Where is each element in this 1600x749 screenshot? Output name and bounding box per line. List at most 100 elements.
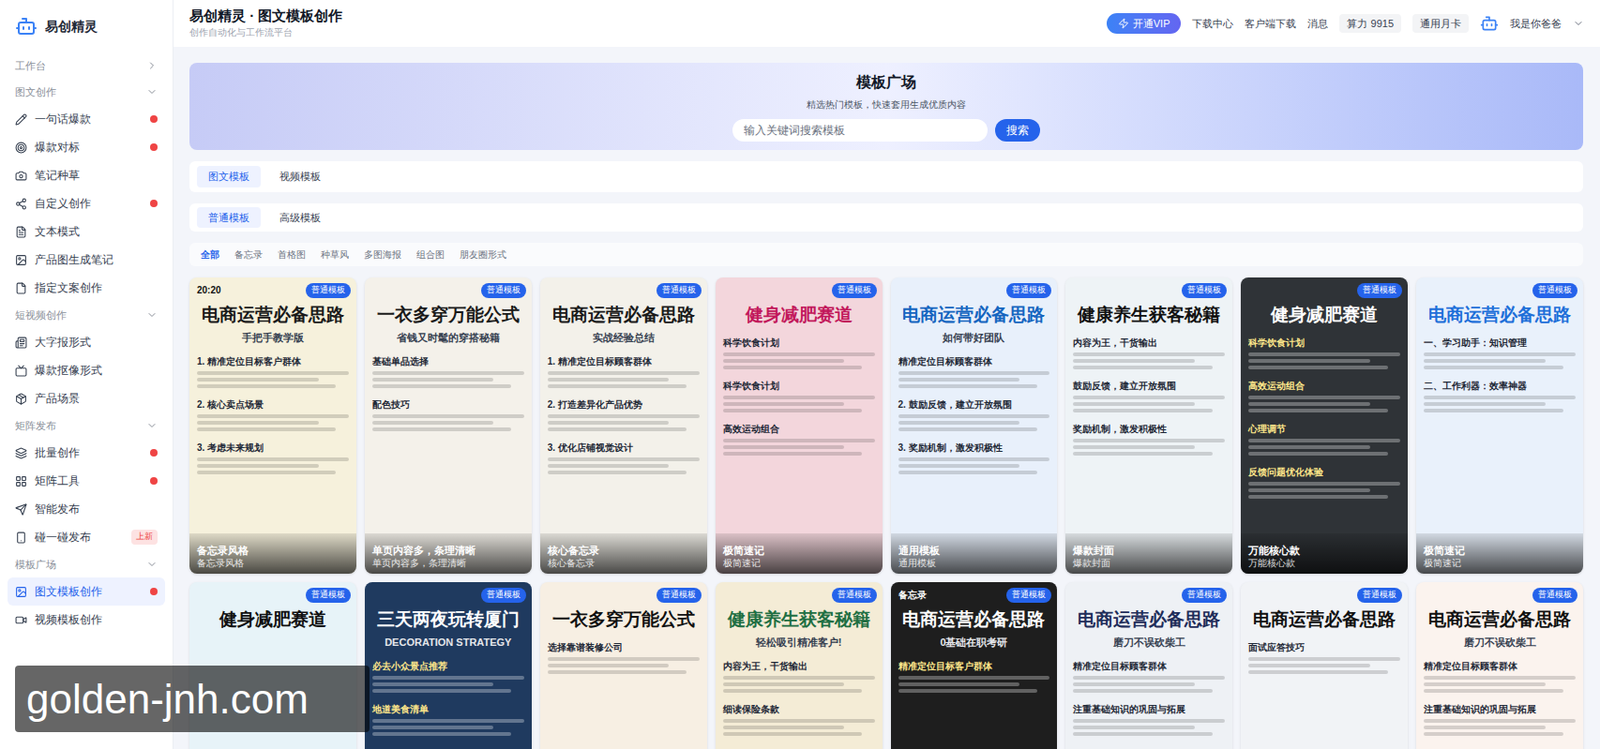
sidebar-group-header[interactable]: 工作台 [7, 52, 166, 79]
template-card[interactable]: 普通模板一衣多穿万能公式选择靠谱装修公司 [540, 582, 708, 749]
card-section: 配色技巧 [372, 397, 525, 432]
sidebar-item[interactable]: 产品图生成笔记 [7, 245, 166, 274]
category-filter[interactable]: 朋友圈形式 [459, 247, 507, 262]
search-input[interactable] [732, 119, 988, 142]
sidebar-group: 短视频创作大字报形式爆款抠像形式产品场景 [7, 301, 166, 413]
avatar-icon[interactable] [1479, 14, 1499, 33]
card-footer: 极简速记极简速记 [1416, 533, 1584, 574]
template-card[interactable]: 普通模板电商运营必备思路一、学习助手：知识管理二、工作利器：效率神器极简速记极简… [1416, 277, 1584, 574]
template-card[interactable]: 普通模板备忘录电商运营必备思路0基础在职考研精准定位目标客户群体 [890, 582, 1058, 749]
card-title: 健康养生获客秘籍 [1072, 303, 1225, 327]
template-badge: 普通模板 [1181, 588, 1227, 604]
menu-item-icon [15, 503, 28, 516]
sidebar-item[interactable]: 爆款对标 [7, 133, 166, 162]
template-badge: 普通模板 [1006, 283, 1052, 299]
sidebar-item[interactable]: 笔记种草 [7, 161, 166, 190]
card-title: 一衣多穿万能公式 [547, 608, 700, 632]
card-section: 注重基础知识的巩固与拓展 [1423, 702, 1576, 737]
notification-dot [150, 588, 158, 596]
card-section: 精准定位目标顾客群体 [1072, 659, 1225, 694]
sidebar-item[interactable]: 图文模板创作 [7, 577, 166, 606]
chevron-down-icon[interactable] [1572, 17, 1585, 30]
category-filter[interactable]: 备忘录 [234, 247, 263, 262]
template-card[interactable]: 普通模板健康养生获客秘籍内容为王，干货输出鼓励反馈，建立开放氛围奖励机制，激发积… [1065, 277, 1233, 574]
template-badge: 普通模板 [831, 588, 877, 604]
card-section: 一、学习助手：知识管理 [1423, 335, 1576, 370]
card-section: 科学饮食计划 [723, 335, 876, 370]
sidebar-item[interactable]: 爆款抠像形式 [7, 356, 166, 385]
template-desc: 极简速记 [723, 558, 876, 571]
template-card[interactable]: 普通模板电商运营必备思路面试应答技巧 [1240, 582, 1408, 749]
sidebar-item[interactable]: 产品场景 [7, 384, 166, 413]
template-badge: 普通模板 [1181, 283, 1227, 299]
card-title: 电商运营必备思路 [898, 608, 1051, 632]
template-card[interactable]: 普通模板电商运营必备思路如何带好团队精准定位目标顾客群体2. 鼓励反馈，建立开放… [890, 277, 1058, 574]
card-section: 精准定位目标客户群体 [898, 659, 1051, 694]
logo[interactable]: 易创精灵 [0, 0, 173, 53]
sidebar-group-header[interactable]: 模板广场 [7, 551, 166, 578]
sidebar-item[interactable]: 一句话爆款 [7, 105, 166, 134]
template-card[interactable]: 普通模板20:20电商运营必备思路手把手教学版1. 精准定位目标客户群体2. 核… [189, 277, 357, 574]
sidebar-group-header[interactable]: 图文创作 [7, 78, 166, 106]
notification-dot [150, 199, 158, 208]
menu-item-icon [15, 113, 28, 126]
sidebar-item[interactable]: 智能发布 [7, 495, 166, 524]
card-title: 电商运营必备思路 [1423, 303, 1576, 327]
sidebar-item[interactable]: 碰一碰发布上新 [7, 523, 166, 552]
menu-item-icon [15, 197, 28, 211]
template-card[interactable]: 普通模板一衣多穿万能公式省钱又时髦的穿搭秘籍基础单品选择配色技巧单页内容多，条理… [364, 277, 532, 574]
subtab[interactable]: 普通模板 [196, 207, 261, 229]
template-name: 极简速记 [1423, 544, 1576, 559]
tab[interactable]: 视频模板 [268, 166, 333, 188]
banner-subtitle: 精选热门模板，快速套用生成优质内容 [806, 97, 967, 112]
template-card[interactable]: 普通模板三天两夜玩转厦门DECORATION STRATEGY必去小众景点推荐地… [364, 582, 532, 749]
category-filter[interactable]: 全部 [200, 247, 220, 262]
menu-item-icon [15, 364, 28, 378]
sidebar-group: 图文创作一句话爆款爆款对标笔记种草自定义创作文本模式产品图生成笔记指定文案创作 [7, 78, 166, 302]
card-section: 鼓励反馈，建立开放氛围 [1072, 378, 1225, 413]
category-filter[interactable]: 首格图 [277, 247, 306, 262]
sidebar-item[interactable]: 视频模板创作 [7, 605, 166, 634]
card-section: 选择靠谱装修公司 [547, 640, 700, 675]
card-footer: 爆款封面爆款封面 [1065, 533, 1233, 574]
card-section: 内容为王，干货输出 [1072, 335, 1225, 370]
sidebar-group-header[interactable]: 矩阵发布 [7, 412, 166, 439]
template-badge: 普通模板 [305, 588, 351, 604]
subtab[interactable]: 高级模板 [268, 207, 333, 229]
card-section: 心理调节 [1248, 422, 1401, 456]
sidebar-item[interactable]: 矩阵工具 [7, 467, 166, 496]
tab[interactable]: 图文模板 [196, 166, 261, 188]
user-name[interactable]: 我是你爸爸 [1509, 15, 1562, 32]
menu-item-icon [15, 141, 28, 154]
template-card[interactable]: 普通模板健康养生获客秘籍轻松吸引精准客户!内容为王，干货输出细读保险条款 [715, 582, 883, 749]
sidebar: 易创精灵工作台图文创作一句话爆款爆款对标笔记种草自定义创作文本模式产品图生成笔记… [0, 0, 174, 749]
vip-button[interactable]: 开通VIP [1106, 13, 1182, 35]
power-balance: 算力 9915 [1339, 14, 1402, 34]
template-card[interactable]: 普通模板电商运营必备思路实战经验总结1. 精准定位目标顾客群体2. 打造差异化产… [540, 277, 708, 574]
search-button[interactable]: 搜索 [995, 119, 1041, 142]
template-card[interactable]: 普通模板健身减肥赛道科学饮食计划高效运动组合心理调节反馈问题优化体验万能核心款万… [1240, 277, 1408, 574]
menu-item-icon [15, 392, 28, 406]
header-link[interactable]: 消息 [1307, 15, 1329, 32]
category-filter[interactable]: 多图海报 [363, 247, 402, 262]
sidebar-item[interactable]: 自定义创作 [7, 189, 166, 218]
sidebar-item[interactable]: 大字报形式 [7, 328, 166, 357]
sidebar-item[interactable]: 文本模式 [7, 217, 166, 246]
template-badge: 普通模板 [1357, 283, 1403, 299]
template-card[interactable]: 普通模板电商运营必备思路磨刀不误砍柴工精准定位目标顾客群体注重基础知识的巩固与拓… [1416, 582, 1584, 749]
sidebar-item[interactable]: 批量创作 [7, 438, 166, 468]
card-section: 注重基础知识的巩固与拓展 [1072, 702, 1225, 737]
category-filter[interactable]: 种草风 [320, 247, 349, 262]
sidebar-group: 模板广场图文模板创作视频模板创作 [7, 551, 166, 634]
card-title: 三天两夜玩转厦门 [372, 608, 525, 632]
plan-card[interactable]: 通用月卡 [1412, 14, 1469, 34]
page-title: 易创精灵 · 图文模板创作 [189, 7, 343, 26]
sidebar-item[interactable]: 指定文案创作 [7, 273, 166, 302]
card-section: 2. 鼓励反馈，建立开放氛围 [898, 397, 1051, 432]
header-link[interactable]: 下载中心 [1192, 15, 1234, 32]
template-card[interactable]: 普通模板健身减肥赛道科学饮食计划科学饮食计划高效运动组合极简速记极简速记 [715, 277, 883, 574]
template-card[interactable]: 普通模板电商运营必备思路磨刀不误砍柴工精准定位目标顾客群体注重基础知识的巩固与拓… [1065, 582, 1233, 749]
category-filter[interactable]: 组合图 [416, 247, 445, 262]
sidebar-group-header[interactable]: 短视频创作 [7, 301, 166, 329]
header-link[interactable]: 客户端下载 [1244, 15, 1297, 32]
